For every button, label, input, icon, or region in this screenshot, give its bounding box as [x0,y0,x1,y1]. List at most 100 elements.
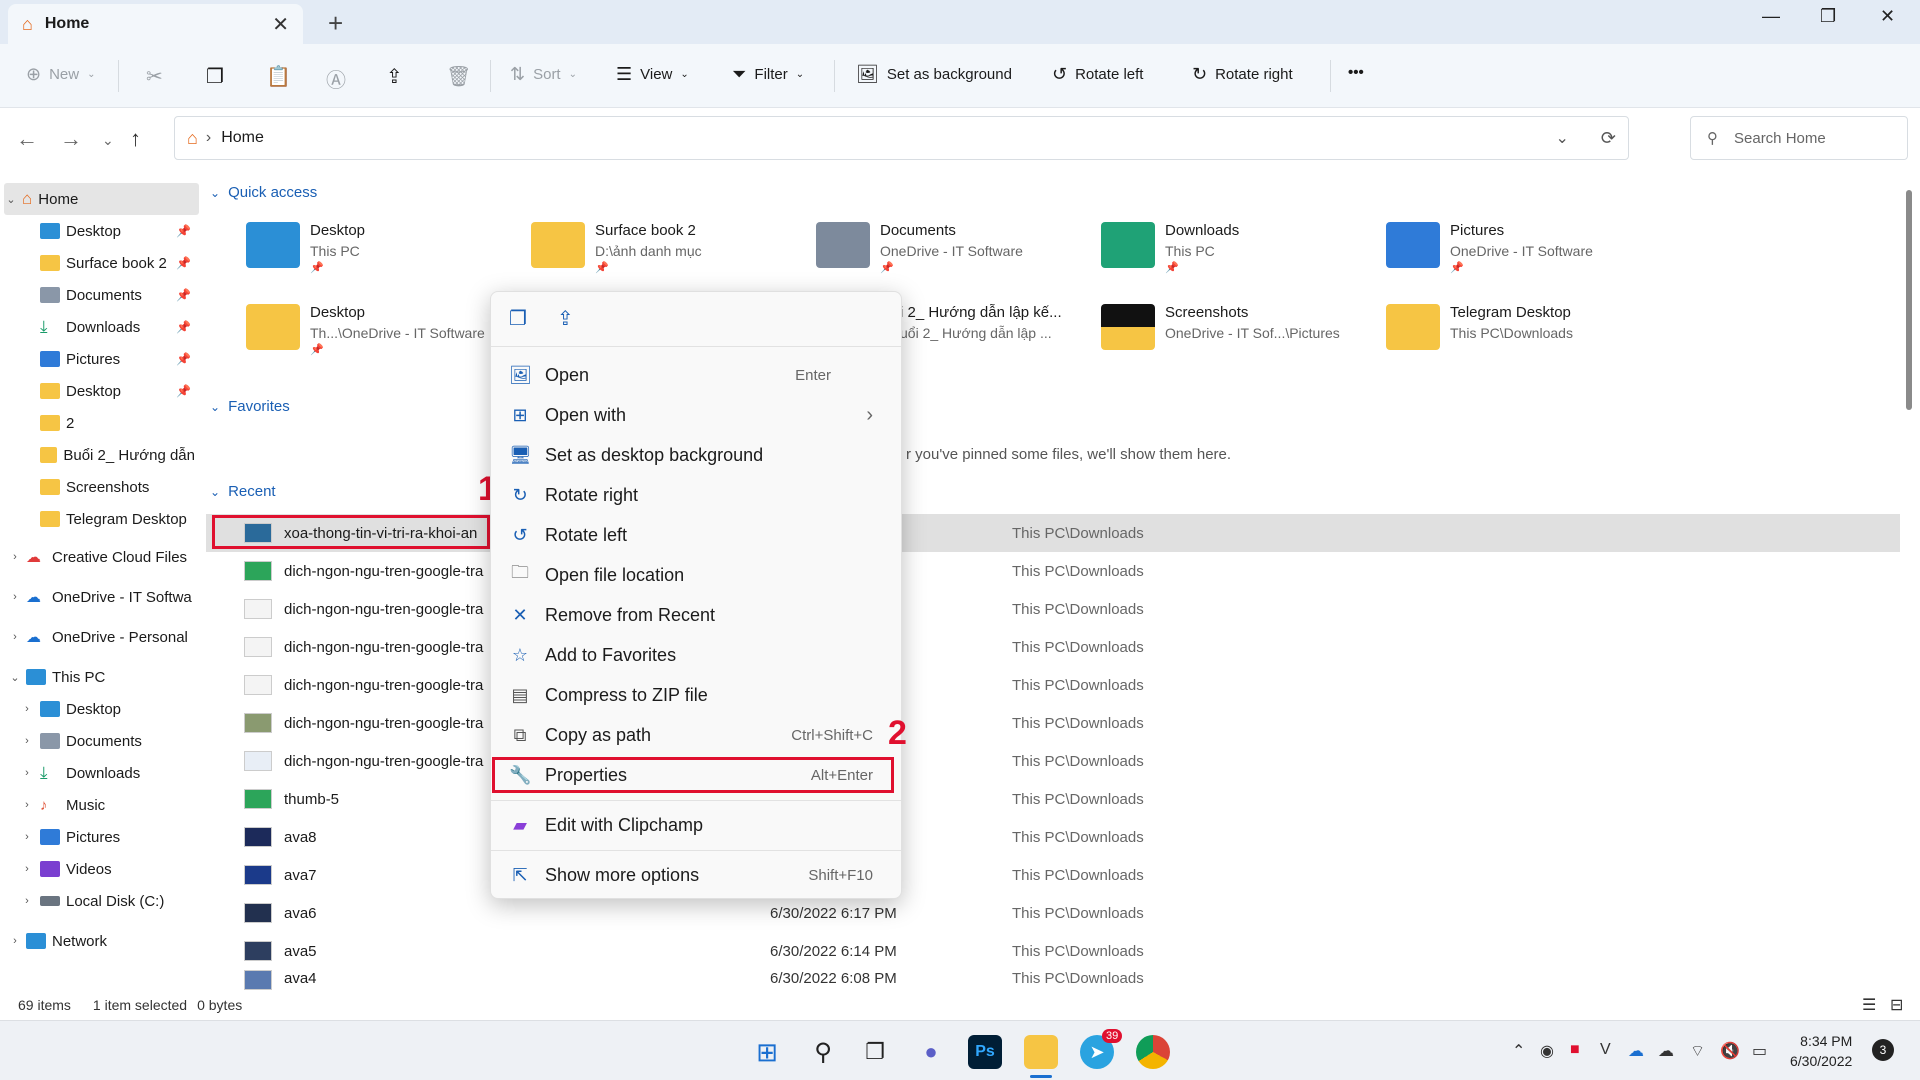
table-row[interactable]: dich-ngon-ngu-tren-google-tra This PC\Dow… [206,704,1900,742]
menu-item-open[interactable]: 🖼 Open Enter [499,356,893,394]
tab-home[interactable]: ⌂ Home ✕ [8,4,303,44]
sidebar-item-screenshots[interactable]: Screenshots [40,471,195,503]
menu-item-open-with[interactable]: ⊞ Open with › [499,396,893,434]
chevron-right-icon[interactable]: › [20,735,34,747]
quick-access-item[interactable]: Screenshots OneDrive - IT Sof...\Pictures [1101,304,1361,374]
back-arrow-icon[interactable]: ← [16,126,38,152]
quick-access-item[interactable]: Documents OneDrive - IT Software 📌 [816,222,1076,292]
quick-access-item[interactable]: i 2_ Hướng dẫn lập kế... uổi 2_ Hướng dẫn… [900,304,1080,374]
share-icon[interactable]: ⇪ [557,306,574,331]
onedrive-icon[interactable]: ☁ [1658,1041,1674,1061]
rename-icon[interactable]: Ⓐ [326,64,346,93]
chevron-down-icon[interactable]: ⌄ [8,671,22,684]
battery-icon[interactable]: ▭ [1752,1041,1767,1061]
chevron-right-icon[interactable]: › [8,551,22,563]
notification-center-badge[interactable]: 3 [1872,1039,1894,1061]
vertical-scrollbar[interactable] [1906,190,1912,410]
quick-access-item[interactable]: Desktop Th...\OneDrive - IT Software 📌 [246,304,506,374]
chevron-right-icon[interactable]: › [20,831,34,843]
refresh-icon[interactable]: ⟳ [1601,128,1616,149]
sidebar-item-creative-cloud[interactable]: › ☁ Creative Cloud Files [8,541,203,573]
favorites-header[interactable]: ⌄ Favorites [210,398,290,415]
copy-icon[interactable]: ❐ [206,64,224,89]
table-row[interactable]: ava7 This PC\Downloads [206,856,1900,894]
tray-app-icon[interactable]: ■ [1570,1041,1580,1059]
table-row[interactable]: dich-ngon-ngu-tren-google-tra This PC\Dow… [206,666,1900,704]
sidebar-item-downloads[interactable]: ⤓ Downloads 📌 [40,311,195,343]
more-options-icon[interactable]: ••• [1348,64,1364,81]
search-icon[interactable]: ⚲ [806,1035,840,1069]
table-row[interactable]: ava6 6/30/2022 6:17 PM This PC\Downloads [206,894,1900,932]
table-row[interactable]: dich-ngon-ngu-tren-google-tra This PC\Dow… [206,552,1900,590]
menu-item-compress-zip[interactable]: ▤ Compress to ZIP file [499,676,893,714]
breadcrumb[interactable]: Home [221,129,264,147]
sidebar-item-network[interactable]: › Network [8,925,203,957]
view-button[interactable]: ☰ View ⌄ [616,64,689,85]
recent-header[interactable]: ⌄ Recent [210,483,276,500]
address-bar[interactable]: ⌂ › Home ⌄ ⟳ [174,116,1629,160]
sidebar-item-2[interactable]: 2 [40,407,195,439]
clock[interactable]: 8:34 PM 6/30/2022 [1790,1031,1852,1071]
table-row[interactable]: ava5 6/30/2022 6:14 PM This PC\Downloads [206,932,1900,970]
sidebar-item-pc-documents[interactable]: › Documents [20,725,215,757]
wifi-icon[interactable]: ⌔ [1690,1041,1705,1061]
new-button[interactable]: ⊕ New ⌄ [26,64,96,85]
cut-icon[interactable]: ✂ [146,64,163,89]
quick-access-item[interactable]: Telegram Desktop This PC\Downloads [1386,304,1646,374]
delete-icon[interactable]: 🗑 [446,64,471,89]
menu-item-add-to-favorites[interactable]: ☆ Add to Favorites [499,636,893,674]
tab-close-icon[interactable]: ✕ [272,12,289,37]
search-box[interactable]: ⚲ Search Home [1690,116,1908,160]
copy-icon[interactable]: ❐ [509,306,527,331]
table-row[interactable]: dich-ngon-ngu-tren-google-tra This PC\Dow… [206,590,1900,628]
set-background-button[interactable]: 🖼 Set as background [856,64,1012,85]
table-row[interactable]: ava8 This PC\Downloads [206,818,1900,856]
menu-item-open-file-location[interactable]: 🗀 Open file location [499,556,893,594]
details-view-icon[interactable]: ☰ [1862,995,1876,1015]
share-icon[interactable]: ⇪ [386,64,403,89]
filter-button[interactable]: ⏷ Filter ⌄ [732,64,804,85]
sidebar-item-pc-pictures[interactable]: › Pictures [20,821,215,853]
menu-item-copy-as-path[interactable]: ⧉ Copy as path Ctrl+Shift+C [499,716,893,754]
sidebar-item-videos[interactable]: › Videos [20,853,215,885]
photoshop-icon[interactable]: Ps [968,1035,1002,1069]
rotate-left-button[interactable]: ↺ Rotate left [1052,64,1143,85]
sidebar-item-onedrive-it[interactable]: › ☁ OneDrive - IT Softwa [8,581,203,613]
chevron-down-icon[interactable]: ⌄ [4,193,18,206]
sidebar-item-documents[interactable]: Documents 📌 [40,279,195,311]
tray-app-icon[interactable]: ◉ [1540,1041,1554,1061]
sidebar-item-music[interactable]: › ♪ Music [20,789,215,821]
chat-icon[interactable]: ● [914,1035,948,1069]
start-icon[interactable]: ⊞ [750,1035,784,1069]
maximize-button[interactable]: ❐ [1820,6,1836,27]
chevron-right-icon[interactable]: › [20,799,34,811]
paste-icon[interactable]: 📋 [266,64,291,89]
address-dropdown-icon[interactable]: ⌄ [1556,128,1569,148]
recent-locations-icon[interactable]: ⌄ [102,132,114,149]
quick-access-item[interactable]: Surface book 2 D:\ảnh danh mục 📌 [531,222,791,292]
sidebar-item-home[interactable]: ⌄ ⌂ Home [4,183,199,215]
up-arrow-icon[interactable]: ↑ [130,126,141,152]
chevron-right-icon[interactable]: › [8,935,22,947]
chevron-up-icon[interactable]: ⌃ [1512,1041,1525,1061]
menu-item-remove-from-recent[interactable]: ✕ Remove from Recent [499,596,893,634]
tray-app-icon[interactable]: V [1600,1041,1611,1059]
sidebar-item-desktop-2[interactable]: Desktop 📌 [40,375,195,407]
task-view-icon[interactable]: ❐ [858,1035,892,1069]
menu-item-rotate-left[interactable]: ↺ Rotate left [499,516,893,554]
sidebar-item-pictures[interactable]: Pictures 📌 [40,343,195,375]
chevron-right-icon[interactable]: › [20,703,34,715]
sidebar-item-local-disk[interactable]: › Local Disk (C:) [20,885,215,917]
chrome-icon[interactable] [1136,1035,1170,1069]
sidebar-item-desktop[interactable]: Desktop 📌 [40,215,195,247]
table-row[interactable]: dich-ngon-ngu-tren-google-tra This PC\Dow… [206,628,1900,666]
rotate-right-button[interactable]: ↻ Rotate right [1192,64,1293,85]
new-tab-button[interactable]: + [328,8,343,39]
quick-access-item[interactable]: Downloads This PC 📌 [1101,222,1361,292]
menu-item-show-more-options[interactable]: ⇱ Show more options Shift+F10 [499,856,893,894]
table-row[interactable]: ava4 6/30/2022 6:08 PM This PC\Downloads [206,970,1900,990]
onedrive-icon[interactable]: ☁ [1628,1041,1644,1061]
sort-button[interactable]: ⇅ Sort ⌄ [510,64,577,85]
menu-item-set-desktop-background[interactable]: 🖥 Set as desktop background [499,436,893,474]
tiles-view-icon[interactable]: ⊟ [1890,995,1903,1015]
